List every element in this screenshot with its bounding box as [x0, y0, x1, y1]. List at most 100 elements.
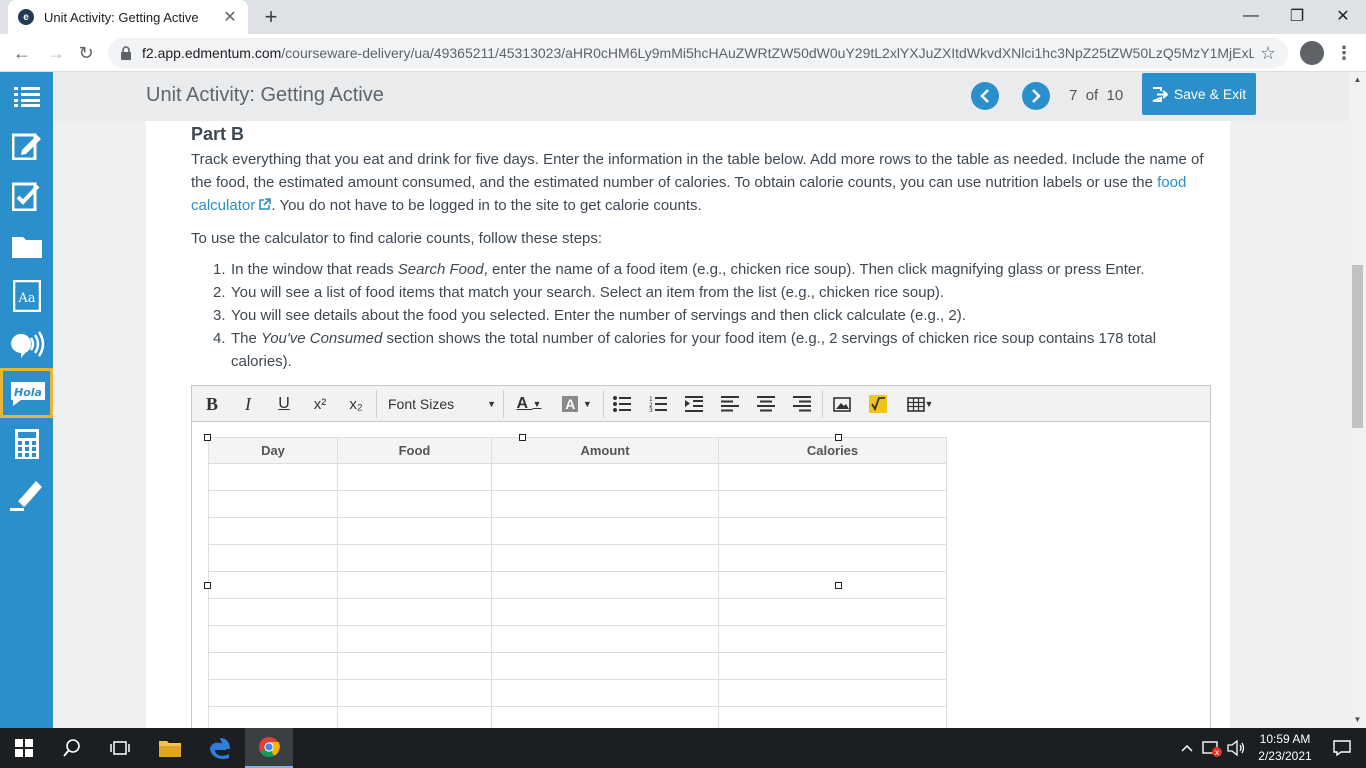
- minimize-button[interactable]: —: [1228, 0, 1274, 32]
- restore-button[interactable]: ❐: [1274, 0, 1320, 32]
- previous-page-button[interactable]: [971, 82, 999, 110]
- browser-tab[interactable]: e Unit Activity: Getting Active ✕: [8, 0, 248, 34]
- calculator-icon[interactable]: [0, 419, 53, 469]
- dictionary-icon[interactable]: Aa: [0, 271, 53, 321]
- resize-handle[interactable]: [835, 434, 842, 441]
- notifications-icon[interactable]: [1318, 728, 1366, 768]
- table-cell[interactable]: [208, 679, 338, 707]
- table-cell[interactable]: [491, 598, 719, 626]
- scroll-down-icon[interactable]: ▼: [1352, 715, 1363, 725]
- table-cell[interactable]: [208, 625, 338, 653]
- text-color-icon[interactable]: A ▼: [508, 392, 550, 416]
- chrome-menu-icon[interactable]: ⋮: [1334, 40, 1354, 66]
- align-left-icon[interactable]: [716, 392, 744, 416]
- table-cell[interactable]: [337, 571, 492, 599]
- save-exit-button[interactable]: Save & Exit: [1142, 73, 1256, 115]
- table-cell[interactable]: [491, 490, 719, 518]
- table-cell[interactable]: [337, 679, 492, 707]
- file-explorer-icon[interactable]: [146, 728, 194, 768]
- table-cell[interactable]: [718, 598, 947, 626]
- table-cell[interactable]: [718, 652, 947, 680]
- translation-hola-icon[interactable]: Hola: [0, 368, 53, 418]
- indent-icon[interactable]: [680, 392, 708, 416]
- table-cell[interactable]: [491, 517, 719, 545]
- table-cell[interactable]: [491, 571, 719, 599]
- table-cell[interactable]: [718, 463, 947, 491]
- table-cell[interactable]: [208, 571, 338, 599]
- table-cell[interactable]: [491, 625, 719, 653]
- bold-icon[interactable]: B: [198, 392, 226, 416]
- resize-handle[interactable]: [519, 434, 526, 441]
- table-cell[interactable]: [208, 463, 338, 491]
- superscript-icon[interactable]: x²: [306, 392, 334, 416]
- table-cell[interactable]: [337, 544, 492, 572]
- table-cell[interactable]: [337, 598, 492, 626]
- table-cell[interactable]: [208, 490, 338, 518]
- table-cell[interactable]: [337, 517, 492, 545]
- forward-arrow-icon[interactable]: →: [42, 39, 70, 67]
- table-cell[interactable]: [718, 625, 947, 653]
- text-to-speech-icon[interactable]: [0, 319, 53, 369]
- table-cell[interactable]: [337, 706, 492, 728]
- search-icon[interactable]: [48, 728, 96, 768]
- resize-handle[interactable]: [204, 582, 211, 589]
- bookmark-star-icon[interactable]: ☆: [1260, 43, 1276, 64]
- chrome-browser-icon[interactable]: [245, 728, 293, 768]
- profile-avatar-icon[interactable]: [1300, 41, 1324, 65]
- table-cell[interactable]: [208, 706, 338, 728]
- notepad-edit-icon[interactable]: [0, 121, 53, 171]
- system-clock[interactable]: 10:59 AM 2/23/2021: [1252, 731, 1318, 765]
- windows-start-icon[interactable]: [0, 728, 48, 768]
- table-cell[interactable]: [718, 517, 947, 545]
- table-cell[interactable]: [718, 706, 947, 728]
- window-close-button[interactable]: ✕: [1320, 0, 1366, 32]
- edge-browser-icon[interactable]: [196, 728, 244, 768]
- table-cell[interactable]: [718, 571, 947, 599]
- page-scrollbar[interactable]: ▲ ▼: [1349, 72, 1366, 728]
- align-center-icon[interactable]: [752, 392, 780, 416]
- table-cell[interactable]: [718, 544, 947, 572]
- font-sizes-dropdown[interactable]: Font Sizes ▼: [382, 392, 502, 416]
- table-cell[interactable]: [337, 652, 492, 680]
- folder-icon[interactable]: [0, 221, 53, 271]
- table-cell[interactable]: [491, 544, 719, 572]
- table-cell[interactable]: [208, 652, 338, 680]
- insert-image-icon[interactable]: [828, 392, 856, 416]
- next-page-button[interactable]: [1022, 82, 1050, 110]
- scroll-thumb[interactable]: [1352, 265, 1363, 428]
- table-cell[interactable]: [337, 490, 492, 518]
- italic-icon[interactable]: I: [234, 392, 262, 416]
- highlighter-icon[interactable]: [0, 470, 53, 520]
- align-right-icon[interactable]: [788, 392, 816, 416]
- tab-close-icon[interactable]: ✕: [222, 7, 238, 27]
- scroll-up-icon[interactable]: ▲: [1352, 75, 1363, 85]
- back-arrow-icon[interactable]: ←: [8, 39, 36, 67]
- reload-icon[interactable]: ↻: [72, 39, 100, 67]
- table-of-contents-icon[interactable]: [0, 72, 53, 122]
- subscript-icon[interactable]: x₂: [342, 392, 370, 416]
- equation-editor-icon[interactable]: [864, 392, 892, 416]
- table-cell[interactable]: [718, 490, 947, 518]
- volume-icon[interactable]: [1222, 728, 1250, 768]
- resize-handle[interactable]: [835, 582, 842, 589]
- background-color-icon[interactable]: A ▼: [556, 392, 598, 416]
- table-cell[interactable]: [491, 706, 719, 728]
- table-cell[interactable]: [491, 652, 719, 680]
- table-icon[interactable]: ▼: [902, 392, 938, 416]
- new-tab-button[interactable]: +: [258, 4, 284, 30]
- table-cell[interactable]: [208, 598, 338, 626]
- table-cell[interactable]: [718, 679, 947, 707]
- table-cell[interactable]: [208, 544, 338, 572]
- table-cell[interactable]: [337, 463, 492, 491]
- table-cell[interactable]: [208, 517, 338, 545]
- bulleted-list-icon[interactable]: [608, 392, 636, 416]
- table-cell[interactable]: [491, 679, 719, 707]
- address-bar[interactable]: f2.app.edmentum.com/courseware-delivery/…: [108, 38, 1288, 68]
- numbered-list-icon[interactable]: 123: [644, 392, 672, 416]
- underline-icon[interactable]: U: [270, 392, 298, 416]
- task-view-icon[interactable]: [96, 728, 144, 768]
- table-cell[interactable]: [491, 463, 719, 491]
- resize-handle[interactable]: [204, 434, 211, 441]
- table-cell[interactable]: [337, 625, 492, 653]
- checklist-icon[interactable]: [0, 171, 53, 221]
